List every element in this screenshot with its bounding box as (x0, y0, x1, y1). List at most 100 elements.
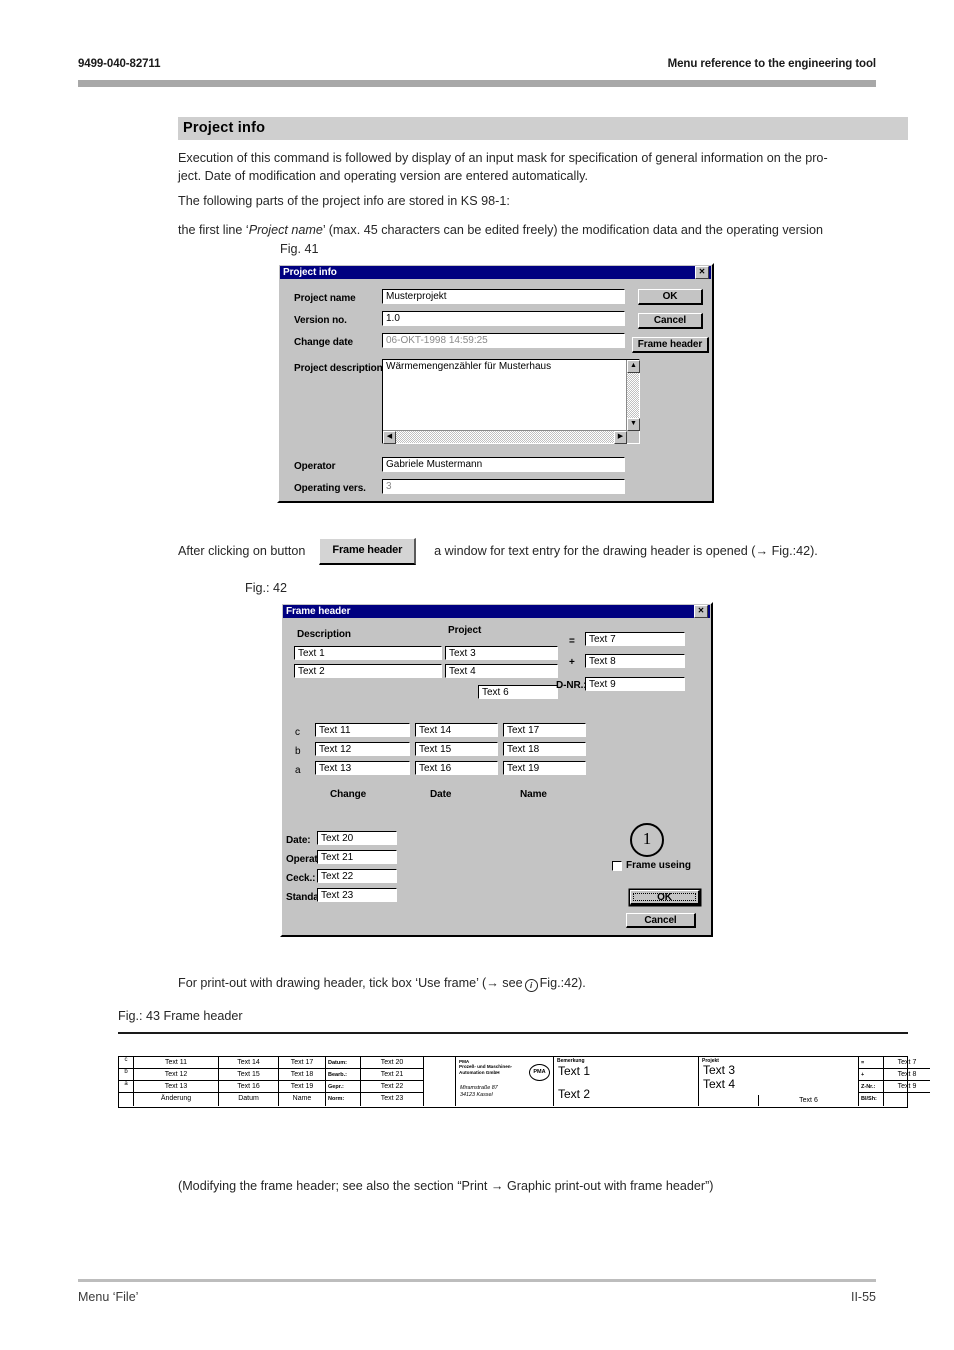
cancel-button[interactable]: Cancel (626, 913, 696, 928)
scroll-right-icon[interactable]: ▶ (614, 431, 627, 444)
horizontal-scrollbar[interactable]: ◀ ▶ (383, 430, 627, 444)
text9-input[interactable]: Text 9 (585, 677, 685, 691)
text18-input[interactable]: Text 18 (503, 742, 586, 756)
paragraph-after-click: After clicking on button Frame header a … (178, 538, 898, 565)
text8-input[interactable]: Text 8 (585, 654, 685, 668)
section-heading-band: Project info (178, 117, 908, 140)
table-row: Text 19 (279, 1081, 326, 1093)
table-row: Datum: (326, 1057, 361, 1069)
company-address: Miramstraße 87 34123 Kassel (460, 1085, 498, 1099)
label-equals: = (569, 636, 575, 647)
table-row: Text 8 (884, 1069, 930, 1081)
text6-input[interactable]: Text 6 (478, 685, 558, 699)
company-line3: Automation GmbH (459, 1069, 500, 1075)
label-project: Project (448, 625, 482, 636)
scroll-left-icon[interactable]: ◀ (383, 431, 396, 444)
label-change-date: Change date (294, 337, 353, 348)
label-version-no: Version no. (294, 315, 347, 326)
table-row: Norm: (326, 1093, 361, 1106)
company-name: PMA Prozeß- und Maschinen- Automation Gm… (459, 1059, 512, 1075)
first-line-prefix: the first line ‘ (178, 223, 249, 237)
label-project-description: Project description (294, 363, 383, 374)
figure-41-caption: Fig. 41 (280, 242, 319, 256)
close-icon[interactable]: ✕ (694, 605, 708, 618)
label-row-b: b (295, 746, 301, 757)
table-row (119, 1093, 134, 1106)
paragraph-first-line: the first line ‘Project name’ (max. 45 c… (178, 222, 908, 240)
footer-rule (78, 1279, 876, 1282)
label-description: Description (297, 629, 351, 640)
table-row: a (119, 1081, 134, 1093)
frame-header-title: Frame header (286, 606, 351, 617)
project-description-value: Wärmemengenzähler für Musterhaus (386, 361, 552, 372)
vertical-scrollbar[interactable]: ▲ ▼ (626, 360, 640, 431)
header-rule (78, 80, 876, 87)
cancel-button[interactable]: Cancel (638, 313, 703, 329)
text2-input[interactable]: Text 2 (294, 664, 442, 678)
page-title: Project info (183, 120, 266, 136)
text11-input[interactable]: Text 11 (315, 723, 410, 737)
table-row: Text 14 (219, 1057, 279, 1069)
figure-42-caption: Fig.: 42 (245, 581, 287, 595)
text20-input[interactable]: Text 20 (317, 831, 397, 845)
project-info-dialog: Project info ✕ Project name Musterprojek… (277, 263, 714, 503)
callout-1: 1 (630, 823, 664, 857)
footer-right: II-55 (850, 1290, 876, 1304)
operating-vers-readonly: 3 (382, 479, 625, 494)
text22-input[interactable]: Text 22 (317, 869, 397, 883)
label-row-a: a (295, 765, 301, 776)
company-line5: 34123 Kassel (460, 1092, 493, 1098)
project-name-input[interactable]: Musterprojekt (382, 289, 625, 304)
version-no-input[interactable]: 1.0 (382, 311, 625, 326)
column-header-change: Change (330, 789, 367, 800)
table-row: Änderung (134, 1093, 219, 1106)
text19-input[interactable]: Text 19 (503, 761, 586, 775)
table-row: b (119, 1069, 134, 1081)
table-row: Bl/Sh: (859, 1093, 884, 1106)
text17-input[interactable]: Text 17 (503, 723, 586, 737)
text4-input[interactable]: Text 4 (445, 664, 558, 678)
table-row: Text 11 (134, 1057, 219, 1069)
text21-input[interactable]: Text 21 (317, 850, 397, 864)
frame-using-checkbox-row[interactable]: Frame useing (612, 860, 691, 871)
table-row: Z-Nr.: (859, 1081, 884, 1093)
text15-input[interactable]: Text 15 (415, 742, 498, 756)
project-block: Projekt Text 3 Text 4 (699, 1057, 859, 1095)
text1-input[interactable]: Text 1 (294, 646, 442, 660)
text16-input[interactable]: Text 16 (415, 761, 498, 775)
text3-input[interactable]: Text 3 (445, 646, 558, 660)
paragraph-modify-note: (Modifying the frame header; see also th… (178, 1179, 714, 1193)
running-footer: Menu ‘File’ II-55 (78, 1290, 876, 1304)
table-row: = (859, 1057, 884, 1069)
table-row: Datum (219, 1093, 279, 1106)
project-text-2: Text 4 (703, 1077, 736, 1091)
figure-43-rule (118, 1032, 908, 1034)
project-name-italic: Project name (248, 223, 323, 237)
close-icon[interactable]: ✕ (695, 266, 709, 279)
figure-43-caption: Fig.: 43 Frame header (118, 1009, 243, 1023)
pma-logo-icon: PMA (529, 1064, 550, 1081)
text7-input[interactable]: Text 7 (585, 632, 685, 646)
frame-header-button[interactable]: Frame header (632, 337, 709, 353)
table-row: Text 20 (361, 1057, 424, 1069)
table-row: Bearb.: (326, 1069, 361, 1081)
ok-button[interactable]: OK (638, 289, 703, 305)
operator-input[interactable]: Gabriele Mustermann (382, 457, 625, 472)
ok-button[interactable]: OK (630, 890, 700, 905)
table-row: Text 17 (279, 1057, 326, 1069)
project-description-textarea[interactable]: Wärmemengenzähler für Musterhaus ▲ ▼ ◀ ▶ (382, 359, 640, 444)
text13-input[interactable]: Text 13 (315, 761, 410, 775)
text23-input[interactable]: Text 23 (317, 888, 397, 902)
label-dnr: D-NR.: (556, 680, 587, 691)
text14-input[interactable]: Text 14 (415, 723, 498, 737)
label-project-name: Project name (294, 293, 356, 304)
scroll-down-icon[interactable]: ▼ (627, 418, 640, 431)
inline-frame-header-button[interactable]: Frame header (319, 538, 417, 565)
drawing-frame-table: c Text 11 Text 14 Text 17 Datum: Text 20… (118, 1056, 930, 1108)
frame-using-checkbox[interactable] (612, 860, 622, 871)
paragraph-print-note: For print-out with drawing header, tick … (178, 975, 898, 993)
text12-input[interactable]: Text 12 (315, 742, 410, 756)
table-row: + (859, 1069, 884, 1081)
table-row: Text 21 (361, 1069, 424, 1081)
scroll-up-icon[interactable]: ▲ (627, 360, 640, 373)
